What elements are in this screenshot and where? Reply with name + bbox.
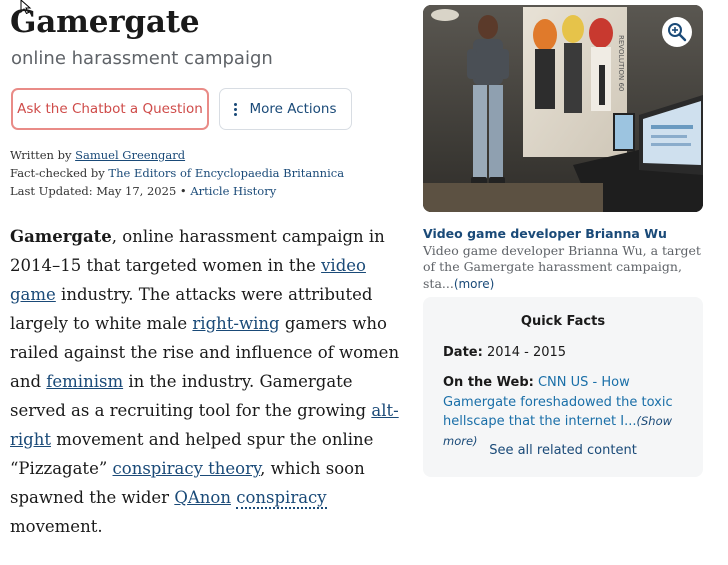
link-conspiracy-theory[interactable]: conspiracy theory bbox=[113, 459, 261, 478]
article-term: Gamergate bbox=[10, 227, 112, 246]
quick-facts-web: On the Web: CNN US - How Gamergate fores… bbox=[443, 375, 673, 448]
intro-paragraph: Gamergate, online harassment campaign in… bbox=[10, 227, 400, 536]
byline-updated: Last Updated: May 17, 2025 • Article His… bbox=[10, 184, 277, 198]
fact-checker-link[interactable]: The Editors of Encyclopaedia Britannica bbox=[108, 166, 344, 180]
author-link[interactable]: Samuel Greengard bbox=[75, 148, 185, 162]
magnifier-plus-icon bbox=[668, 23, 687, 42]
ask-chatbot-label: Ask the Chatbot a Question bbox=[17, 101, 203, 117]
page-subtitle: online harassment campaign bbox=[11, 48, 273, 69]
see-all-related-link[interactable]: See all related content bbox=[423, 443, 703, 458]
ask-chatbot-button[interactable]: Ask the Chatbot a Question bbox=[11, 88, 209, 130]
svg-text:REVOLUTION 60: REVOLUTION 60 bbox=[617, 35, 625, 91]
vertical-ellipsis-icon bbox=[234, 102, 238, 116]
byline-fact-checker: Fact-checked by The Editors of Encyclopa… bbox=[10, 166, 345, 180]
article-history-link[interactable]: Article History bbox=[190, 184, 276, 198]
photo-illustration: REVOLUTION 60 bbox=[423, 5, 703, 212]
zoom-image-button[interactable] bbox=[662, 17, 692, 47]
link-feminism[interactable]: feminism bbox=[46, 372, 123, 391]
more-actions-button[interactable]: More Actions bbox=[219, 88, 352, 130]
quick-facts-date: Date: 2014 - 2015 bbox=[443, 345, 567, 360]
link-right-wing[interactable]: right-wing bbox=[192, 314, 279, 333]
quick-facts-panel: Quick Facts Date: 2014 - 2015 On the Web… bbox=[423, 297, 703, 477]
more-actions-label: More Actions bbox=[249, 101, 337, 117]
image-caption: Video game developer Brianna Wu Video ga… bbox=[423, 226, 705, 292]
article-photo[interactable]: REVOLUTION 60 bbox=[423, 5, 703, 212]
page-title: Gamergate bbox=[10, 4, 200, 40]
link-conspiracy[interactable]: conspiracy bbox=[236, 488, 327, 509]
caption-title[interactable]: Video game developer Brianna Wu bbox=[423, 226, 667, 241]
link-qanon[interactable]: QAnon bbox=[174, 488, 231, 507]
quick-facts-title: Quick Facts bbox=[520, 314, 606, 329]
caption-more-link[interactable]: (more) bbox=[454, 277, 494, 291]
article-body: Gamergate, online harassment campaign in… bbox=[10, 222, 405, 541]
byline-author: Written by Samuel Greengard bbox=[10, 148, 186, 162]
